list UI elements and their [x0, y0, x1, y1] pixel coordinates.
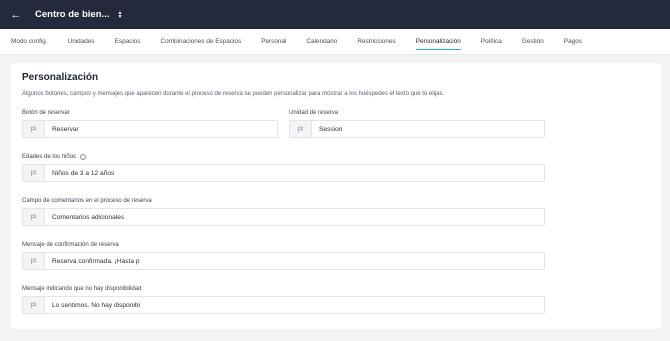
unavailable-input[interactable]: [45, 301, 140, 309]
tab-personalizacion[interactable]: Personalización: [415, 29, 461, 54]
tab-espacios[interactable]: Espacios: [115, 29, 141, 54]
tab-pagos[interactable]: Pagos: [564, 29, 582, 54]
tab-restricciones[interactable]: Restricciones: [357, 29, 395, 54]
tab-combinaciones[interactable]: Combinaciones de Espacios: [161, 29, 242, 54]
children-ages-field[interactable]: [22, 164, 545, 182]
tab-gestion[interactable]: Gestión: [522, 29, 544, 54]
book-button-input[interactable]: [45, 125, 140, 133]
personalization-card: Personalización Algunos botones, campos …: [11, 63, 661, 329]
book-button-field[interactable]: [22, 120, 278, 138]
flag-icon[interactable]: [23, 297, 45, 313]
back-arrow-icon[interactable]: ←: [9, 9, 23, 21]
unavailable-label: Mensaje indicando que no hay disponibili…: [22, 286, 142, 292]
flag-icon[interactable]: [23, 165, 45, 181]
tab-politica[interactable]: Política: [481, 29, 502, 54]
section-title: Personalización: [22, 72, 99, 83]
book-button-label: Botón de reservar: [22, 110, 70, 116]
tab-bar: Modo config. Unidades Espacios Combinaci…: [0, 29, 670, 55]
flag-icon[interactable]: [23, 209, 45, 225]
info-icon[interactable]: i: [80, 154, 87, 160]
flag-icon[interactable]: [290, 121, 312, 137]
tab-unidades[interactable]: Unidades: [68, 29, 95, 54]
tab-personal[interactable]: Personal: [261, 29, 286, 54]
flag-icon[interactable]: [23, 121, 45, 137]
children-ages-input[interactable]: [45, 169, 140, 177]
comments-input[interactable]: [45, 213, 140, 221]
confirmation-label: Mensaje de confirmación de reserva: [22, 242, 119, 248]
booking-unit-input[interactable]: [312, 125, 407, 133]
booking-unit-label: Unidad de reserva: [289, 110, 339, 116]
children-ages-label: Edades de los niños i: [22, 154, 87, 160]
comments-label: Campo de comentarios en el proceso de re…: [22, 198, 152, 204]
sort-icon[interactable]: ▲ ▼: [117, 10, 122, 19]
unavailable-field[interactable]: [22, 296, 545, 314]
venue-name[interactable]: Centro de bien...: [35, 9, 109, 20]
confirmation-input[interactable]: [45, 257, 140, 265]
comments-field[interactable]: [22, 208, 545, 226]
flag-icon[interactable]: [23, 253, 45, 269]
top-bar: ← Centro de bien... ▲ ▼: [0, 0, 670, 29]
booking-unit-field[interactable]: [289, 120, 545, 138]
tab-calendario[interactable]: Calendario: [306, 29, 337, 54]
confirmation-field[interactable]: [22, 252, 545, 270]
tab-modo-config[interactable]: Modo config.: [11, 29, 48, 54]
section-description: Algunos botones, campos y mensajes que a…: [22, 91, 445, 97]
